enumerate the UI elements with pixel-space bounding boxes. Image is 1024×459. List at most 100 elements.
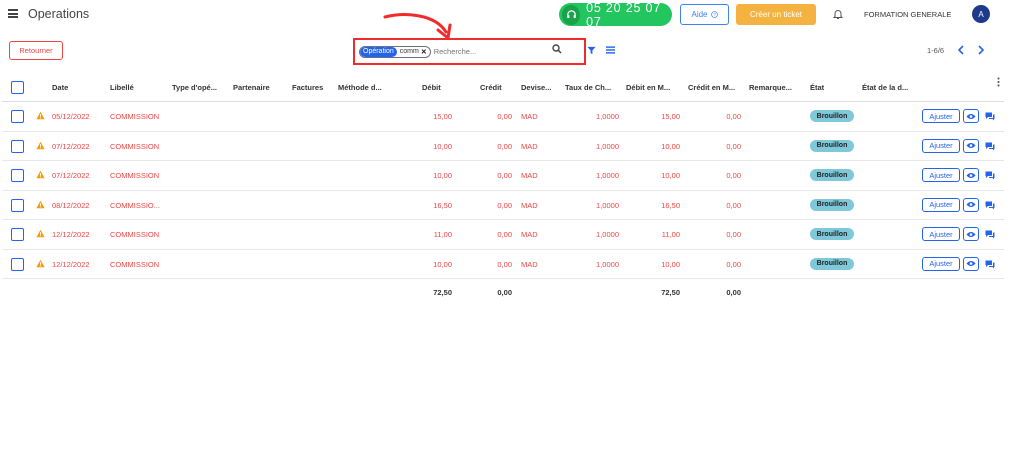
table-row[interactable]: 12/12/2022 COMMISSION 11,00 0,00 MAD 1,0000 11… [2, 220, 1004, 250]
help-button[interactable]: Aide ? [680, 4, 729, 25]
view-button[interactable] [963, 168, 979, 182]
warning-icon [36, 200, 45, 208]
pager-value[interactable]: 1-6/6 [927, 46, 944, 55]
status-badge: Brouillon [810, 257, 854, 270]
adjust-button[interactable]: Ajuster [922, 256, 960, 271]
filter-icon[interactable] [587, 46, 596, 55]
col-header[interactable]: Factures [292, 83, 323, 92]
search-facet[interactable]: Opération comm ✕ [359, 45, 431, 58]
facet-value: comm [399, 48, 419, 55]
search-bar[interactable]: Opération comm ✕ [353, 38, 586, 65]
kebab-icon[interactable] [997, 77, 1000, 87]
table-row[interactable]: 12/12/2022 COMMISSION 10,00 0,00 MAD 1,0000 10… [2, 250, 1004, 279]
view-button[interactable] [963, 256, 979, 271]
chat-icon[interactable] [985, 171, 995, 180]
cell-date: 12/12/2022 [52, 230, 90, 239]
chat-icon[interactable] [985, 142, 995, 151]
col-header[interactable]: Date [52, 83, 68, 92]
cell-debit-m: 10,00 [661, 171, 680, 180]
cell-taux: 1,0000 [596, 230, 619, 239]
cell-date: 08/12/2022 [52, 200, 90, 210]
cell-debit: 10,00 [433, 259, 452, 269]
cell-debit-m: 10,00 [661, 259, 680, 269]
create-ticket-button[interactable]: Créer un ticket [736, 4, 816, 25]
table-row[interactable]: 08/12/2022 COMMISSIO... 16,50 0,00 MAD 1,0000… [2, 191, 1004, 220]
menu-icon[interactable] [8, 9, 18, 18]
view-button[interactable] [963, 197, 979, 212]
cell-taux: 1,0000 [596, 171, 619, 180]
eye-icon [966, 113, 976, 119]
adjust-button[interactable]: Ajuster [922, 197, 960, 212]
col-header[interactable]: État de la d... [862, 83, 908, 92]
phone-button[interactable]: 05 20 25 07 07 [559, 0, 672, 29]
cell-date: 07/12/2022 [52, 141, 90, 151]
row-checkbox[interactable] [11, 110, 24, 123]
row-checkbox[interactable] [11, 198, 24, 212]
cell-credit: 0,00 [497, 112, 512, 121]
eye-icon [966, 231, 976, 237]
chevron-right-icon[interactable] [977, 45, 985, 55]
cell-taux: 1,0000 [596, 200, 619, 210]
col-header[interactable]: Partenaire [233, 83, 270, 92]
warning-icon [36, 170, 45, 179]
cell-libelle: COMMISSION [110, 171, 160, 180]
table-row[interactable]: 07/12/2022 COMMISSION 10,00 0,00 MAD 1,0000 10… [2, 161, 1004, 191]
cell-debit-m: 10,00 [661, 141, 680, 151]
col-header[interactable]: Devise... [521, 83, 551, 92]
total-debit-m: 72,50 [661, 288, 680, 297]
adjust-button[interactable]: Ajuster [922, 168, 960, 182]
cell-credit-m: 0,00 [726, 200, 741, 210]
facet-label: Opération [360, 46, 397, 57]
cell-devise: MAD [521, 171, 538, 180]
list-icon[interactable] [606, 46, 615, 54]
chat-icon[interactable] [985, 260, 995, 269]
status-badge: Brouillon [810, 169, 854, 181]
headset-icon [562, 4, 581, 25]
chat-icon[interactable] [985, 112, 995, 121]
back-button[interactable]: Retourner [9, 41, 63, 60]
phone-number: 05 20 25 07 07 [586, 0, 661, 29]
col-header[interactable]: Type d'opé... [172, 83, 217, 92]
cell-debit-m: 16,50 [661, 200, 680, 210]
chat-icon[interactable] [985, 230, 995, 239]
search-icon[interactable] [552, 44, 562, 54]
eye-icon [966, 172, 976, 178]
search-input[interactable] [433, 47, 534, 56]
chevron-left-icon[interactable] [957, 45, 965, 55]
total-credit: 0,00 [497, 288, 512, 297]
avatar[interactable]: A [972, 5, 990, 23]
page-title: Operations [28, 7, 90, 21]
col-header[interactable]: Taux de Ch... [565, 83, 611, 92]
col-header[interactable]: Débit en M... [626, 83, 670, 92]
table-row[interactable]: 07/12/2022 COMMISSION 10,00 0,00 MAD 1,0000 10… [2, 132, 1004, 161]
row-checkbox[interactable] [11, 257, 24, 271]
col-header[interactable]: Libellé [110, 83, 134, 92]
cell-credit: 0,00 [497, 171, 512, 180]
view-button[interactable] [963, 138, 979, 153]
adjust-button[interactable]: Ajuster [922, 109, 960, 123]
col-header[interactable]: Crédit [480, 83, 502, 92]
view-button[interactable] [963, 109, 979, 123]
bell-icon[interactable] [832, 8, 844, 20]
adjust-button[interactable]: Ajuster [922, 138, 960, 153]
row-checkbox[interactable] [11, 139, 24, 153]
cell-taux: 1,0000 [596, 112, 619, 121]
company-name[interactable]: FORMATION GENERALE [864, 10, 951, 19]
close-icon[interactable]: ✕ [421, 48, 430, 56]
chat-icon[interactable] [985, 201, 995, 210]
cell-credit: 0,00 [497, 259, 512, 269]
cell-credit-m: 0,00 [726, 171, 741, 180]
view-button[interactable] [963, 227, 979, 241]
col-header[interactable]: Débit [422, 83, 441, 92]
totals-row: 72,50 0,00 72,50 0,00 [2, 280, 1004, 304]
select-all-checkbox[interactable] [11, 81, 24, 94]
cell-credit-m: 0,00 [726, 141, 741, 151]
row-checkbox[interactable] [11, 169, 24, 182]
table-row[interactable]: 05/12/2022 COMMISSION 15,00 0,00 MAD 1,0000 15… [2, 102, 1004, 132]
row-checkbox[interactable] [11, 228, 24, 241]
col-header[interactable]: Crédit en M... [688, 83, 735, 92]
adjust-button[interactable]: Ajuster [922, 227, 960, 241]
col-header[interactable]: État [810, 83, 824, 92]
col-header[interactable]: Méthode d... [338, 83, 382, 92]
col-header[interactable]: Remarque... [749, 83, 792, 92]
